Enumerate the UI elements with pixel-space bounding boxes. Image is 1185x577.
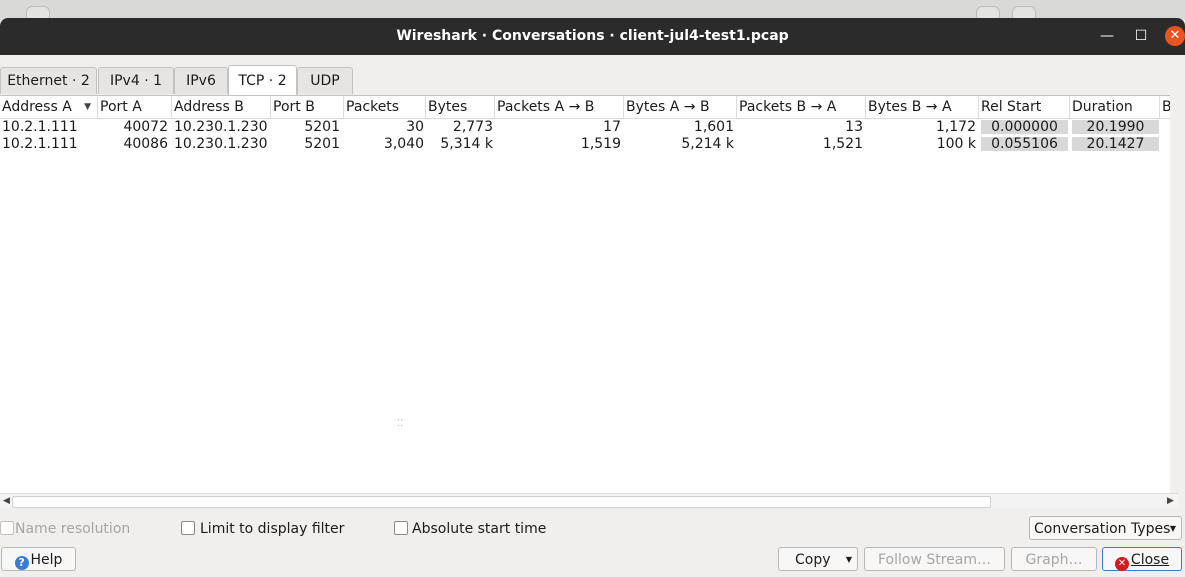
cell-bytes-a-b: 5,214 k xyxy=(681,136,734,152)
scroll-up-icon[interactable] xyxy=(1170,95,1185,109)
scrollbar-thumb[interactable] xyxy=(12,496,991,508)
scroll-right-icon[interactable]: ▶ xyxy=(1167,494,1174,508)
cell-packets-a-b: 17 xyxy=(603,119,621,135)
name-resolution-label: Name resolution xyxy=(15,521,131,537)
absolute-start-time-checkbox[interactable] xyxy=(394,521,408,535)
column-header-bits[interactable]: Bi xyxy=(1160,96,1170,118)
cell-port-a: 40086 xyxy=(123,136,168,152)
limit-to-display-filter-checkbox[interactable] xyxy=(181,521,195,535)
tab-ipv4[interactable]: IPv4 · 1 xyxy=(98,67,174,94)
horizontal-scrollbar[interactable]: ◀ ▶ xyxy=(0,493,1178,508)
scroll-left-icon[interactable]: ◀ xyxy=(3,494,10,508)
column-label: Address A xyxy=(2,99,72,115)
maximize-button[interactable]: ☐ xyxy=(1131,26,1151,46)
minimize-button[interactable]: — xyxy=(1097,26,1117,46)
limit-to-display-filter-label[interactable]: Limit to display filter xyxy=(200,520,344,538)
copy-label: Copy xyxy=(795,552,831,568)
window-close-button[interactable]: ✕ xyxy=(1165,26,1185,46)
column-header-address-a[interactable]: Address A ▼ xyxy=(0,96,98,118)
close-label: Close xyxy=(1130,552,1170,568)
cell-duration: 20.1990 xyxy=(1086,119,1145,135)
tab-udp[interactable]: UDP xyxy=(297,67,353,94)
help-button[interactable]: ? Help xyxy=(1,547,76,571)
tab-ethernet[interactable]: Ethernet · 2 xyxy=(0,67,97,94)
cell-address-a: 10.2.1.111 xyxy=(2,136,78,152)
drag-handle-icon: ⁚⁚ xyxy=(397,418,404,429)
cell-bytes-a-b: 1,601 xyxy=(693,119,734,135)
help-label: Help xyxy=(30,552,63,568)
cell-rel-start: 0.055106 xyxy=(991,136,1058,152)
cell-packets: 30 xyxy=(406,119,424,135)
column-header-packets[interactable]: Packets xyxy=(344,96,426,118)
help-icon: ? xyxy=(14,556,29,570)
cell-address-b: 10.230.1.230 xyxy=(174,136,268,152)
tab-tcp[interactable]: TCP · 2 xyxy=(228,65,297,96)
absolute-start-time-label[interactable]: Absolute start time xyxy=(412,520,546,538)
title-bar: Wireshark · Conversations · client-jul4-… xyxy=(0,18,1185,55)
copy-button[interactable]: Copy ▼ xyxy=(778,547,858,571)
cell-rel-start: 0.000000 xyxy=(991,119,1058,135)
cell-address-a: 10.2.1.111 xyxy=(2,119,78,135)
cell-packets-b-a: 1,521 xyxy=(822,136,863,152)
close-button[interactable]: ✕ Close xyxy=(1102,547,1182,571)
cell-bytes-b-a: 100 k xyxy=(936,136,976,152)
tab-ipv6[interactable]: IPv6 xyxy=(174,67,228,94)
conversation-types-label: Conversation Types xyxy=(1034,521,1171,537)
cell-port-b: 5201 xyxy=(304,119,340,135)
column-header-port-b[interactable]: Port B xyxy=(271,96,344,118)
cell-packets-b-a: 13 xyxy=(845,119,863,135)
column-header-rel-start[interactable]: Rel Start xyxy=(979,96,1070,118)
table-row[interactable]: 10.2.1.111 40072 10.230.1.230 5201 30 2,… xyxy=(0,119,1170,136)
column-header-packets-b-a[interactable]: Packets B → A xyxy=(737,96,866,118)
column-header-port-a[interactable]: Port A xyxy=(98,96,172,118)
name-resolution-checkbox xyxy=(0,521,14,535)
conversation-types-dropdown[interactable]: Conversation Types ▼ xyxy=(1029,516,1182,540)
column-header-bytes-a-b[interactable]: Bytes A → B xyxy=(624,96,737,118)
window-title: Wireshark · Conversations · client-jul4-… xyxy=(396,28,789,44)
conversations-table: Address A ▼ Port A Address B Port B Packe… xyxy=(0,95,1170,494)
column-header-bytes-b-a[interactable]: Bytes B → A xyxy=(866,96,979,118)
table-header: Address A ▼ Port A Address B Port B Packe… xyxy=(0,96,1170,119)
chevron-down-icon: ▼ xyxy=(845,555,852,564)
chevron-down-icon: ▼ xyxy=(1169,524,1176,533)
close-icon: ✕ xyxy=(1114,557,1129,571)
cell-packets: 3,040 xyxy=(383,136,424,152)
column-header-bytes[interactable]: Bytes xyxy=(426,96,495,118)
follow-stream-button[interactable]: Follow Stream… xyxy=(864,547,1005,571)
cell-port-a: 40072 xyxy=(123,119,168,135)
table-row[interactable]: 10.2.1.111 40086 10.230.1.230 5201 3,040… xyxy=(0,136,1170,153)
cell-duration: 20.1427 xyxy=(1086,136,1145,152)
cell-port-b: 5201 xyxy=(304,136,340,152)
sort-descending-icon: ▼ xyxy=(84,102,91,112)
cell-packets-a-b: 1,519 xyxy=(580,136,621,152)
column-header-address-b[interactable]: Address B xyxy=(172,96,271,118)
column-header-duration[interactable]: Duration xyxy=(1070,96,1160,118)
cell-address-b: 10.230.1.230 xyxy=(174,119,268,135)
column-header-packets-a-b[interactable]: Packets A → B xyxy=(495,96,624,118)
cell-bytes: 2,773 xyxy=(452,119,493,135)
graph-button[interactable]: Graph… xyxy=(1011,547,1097,571)
background-window xyxy=(0,0,1185,22)
cell-bytes: 5,314 k xyxy=(440,136,493,152)
cell-bytes-b-a: 1,172 xyxy=(935,119,976,135)
